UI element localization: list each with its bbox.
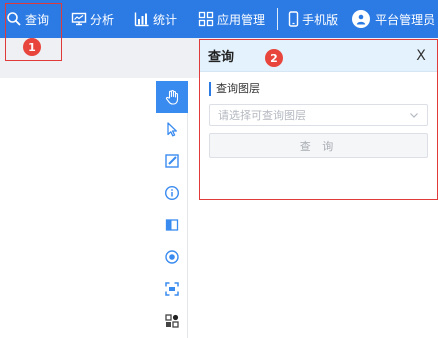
layer-select-placeholder: 请选择可查询图层 bbox=[218, 109, 306, 122]
tool-edit[interactable] bbox=[156, 145, 188, 177]
fullscreen-icon bbox=[164, 281, 180, 297]
tool-locate[interactable] bbox=[156, 241, 188, 273]
tool-layers[interactable] bbox=[156, 305, 188, 337]
query-button[interactable]: 查 询 bbox=[209, 133, 428, 158]
tool-fullscreen[interactable] bbox=[156, 273, 188, 305]
avatar bbox=[352, 10, 371, 28]
compare-icon bbox=[164, 217, 180, 233]
cursor-icon bbox=[164, 121, 180, 137]
user-icon bbox=[355, 13, 367, 25]
user-name: 平台管理员 bbox=[375, 12, 436, 27]
nav-app-manage[interactable]: 应用管理 bbox=[198, 0, 265, 38]
nav-mobile[interactable]: 手机版 bbox=[288, 0, 338, 38]
nav-analysis[interactable]: 分析 bbox=[71, 0, 114, 38]
user-menu[interactable]: 平台管理员 bbox=[352, 0, 435, 38]
bar-chart-icon bbox=[134, 11, 150, 27]
panel-header: 查询 X bbox=[200, 40, 437, 72]
hand-icon bbox=[164, 89, 180, 105]
nav-analysis-label: 分析 bbox=[90, 12, 115, 27]
query-panel: 查询 X 查询图层 请选择可查询图层 查 询 bbox=[199, 39, 438, 200]
close-icon[interactable]: X bbox=[413, 48, 429, 64]
layer-select[interactable]: 请选择可查询图层 bbox=[209, 104, 428, 126]
top-navigation-bar: 查询 分析 统计 应用管理 手机版 平台管理员 bbox=[0, 0, 438, 38]
nav-mobile-label: 手机版 bbox=[302, 12, 339, 27]
mobile-icon bbox=[288, 11, 299, 27]
edit-icon bbox=[164, 153, 180, 169]
tool-pan[interactable] bbox=[156, 81, 188, 113]
nav-stats[interactable]: 统计 bbox=[134, 0, 177, 38]
info-icon bbox=[164, 185, 180, 201]
nav-stats-label: 统计 bbox=[153, 12, 178, 27]
layer-field-label: 查询图层 bbox=[209, 82, 437, 96]
nav-divider bbox=[277, 8, 279, 30]
tool-info[interactable] bbox=[156, 177, 188, 209]
map-toolbar bbox=[156, 81, 188, 338]
monitor-icon bbox=[71, 11, 87, 27]
nav-app-manage-label: 应用管理 bbox=[217, 12, 266, 27]
annotation-number-1: 1 bbox=[23, 38, 41, 56]
panel-title: 查询 bbox=[208, 50, 235, 65]
grid-icon bbox=[198, 11, 214, 27]
tool-compare[interactable] bbox=[156, 209, 188, 241]
tool-select[interactable] bbox=[156, 113, 188, 145]
layers-icon bbox=[164, 313, 180, 329]
chevron-down-icon bbox=[409, 110, 419, 120]
locate-icon bbox=[164, 249, 180, 265]
annotation-number-2: 2 bbox=[265, 49, 283, 67]
